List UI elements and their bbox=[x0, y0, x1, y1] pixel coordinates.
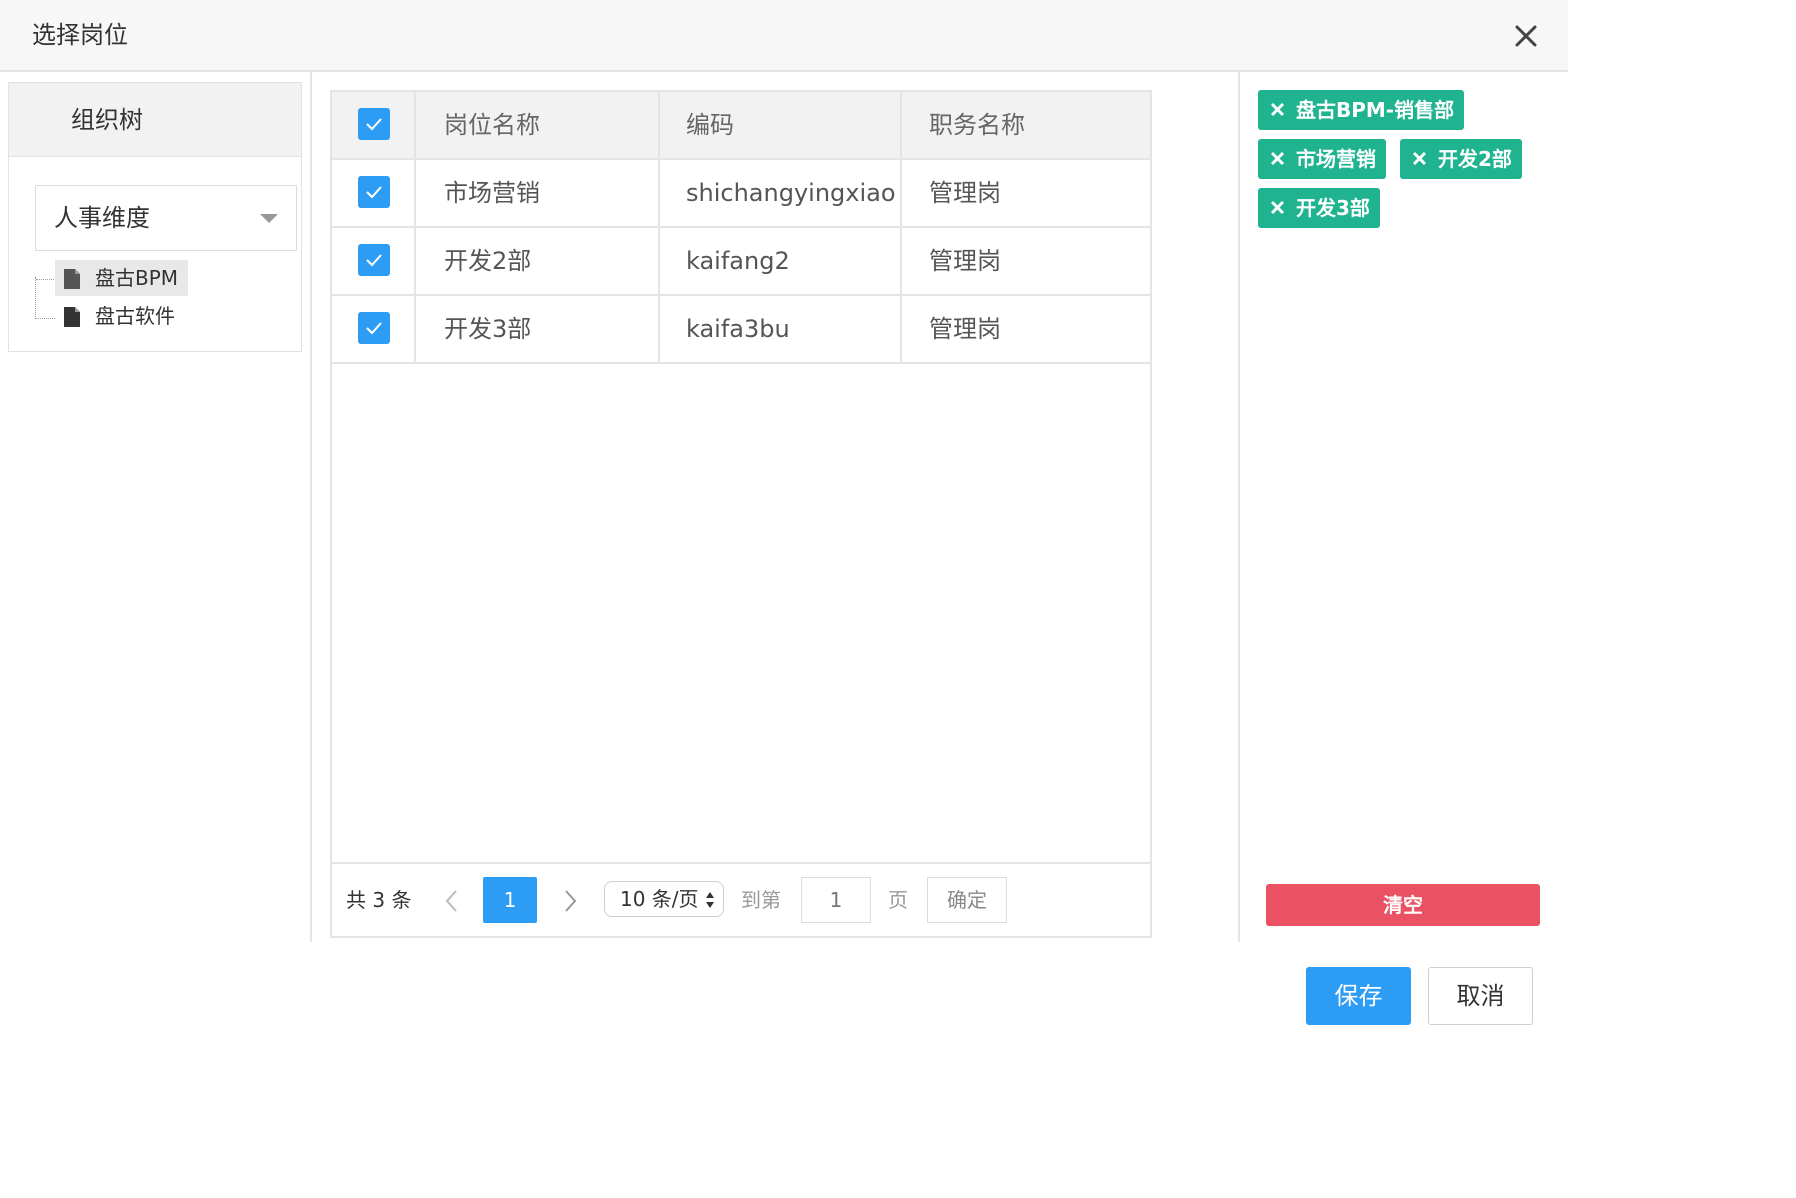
dialog-header: 选择岗位 bbox=[0, 0, 1568, 72]
checkmark-icon bbox=[366, 118, 382, 131]
cell-code: shichangyingxiao bbox=[660, 160, 902, 226]
document-icon bbox=[64, 269, 80, 289]
tree-connector-lines bbox=[35, 277, 55, 319]
page-size-select[interactable]: 10 条/页 bbox=[604, 881, 724, 917]
cell-duty: 管理岗 bbox=[929, 179, 1001, 207]
select-all-cell bbox=[332, 92, 416, 158]
goto-page-input[interactable]: 1 bbox=[801, 877, 871, 923]
spinner-arrows-icon bbox=[706, 892, 714, 908]
org-tree-box: 组织树 人事维度 盘古BPM 盘古软件 bbox=[8, 82, 302, 352]
selected-tag[interactable]: 开发2部 bbox=[1400, 139, 1522, 179]
save-button[interactable]: 保存 bbox=[1306, 967, 1411, 1025]
dimension-select[interactable]: 人事维度 bbox=[35, 185, 297, 251]
org-tree-header: 组织树 bbox=[9, 83, 301, 157]
caret-down-icon bbox=[260, 214, 278, 223]
cell-position-name: 开发3部 bbox=[416, 296, 660, 362]
row-select-cell bbox=[332, 296, 416, 362]
selected-tag[interactable]: 市场营销 bbox=[1258, 139, 1386, 179]
page-suffix: 页 bbox=[888, 888, 908, 912]
selected-tag-label: 开发3部 bbox=[1296, 196, 1370, 220]
select-all-checkbox[interactable] bbox=[358, 108, 390, 140]
goto-label: 到第 bbox=[741, 888, 781, 912]
table-row[interactable]: 开发3部 kaifa3bu 管理岗 bbox=[332, 296, 1150, 364]
cell-code: kaifa3bu bbox=[660, 296, 902, 362]
row-checkbox[interactable] bbox=[358, 312, 390, 344]
chevron-left-icon[interactable] bbox=[442, 888, 462, 914]
page-size-value: 10 条/页 bbox=[620, 887, 699, 911]
position-table: 岗位名称 编码 职务名称 市场营销 shichangyingxiao 管理岗 开… bbox=[332, 92, 1150, 364]
column-header-code[interactable]: 编码 bbox=[660, 92, 902, 158]
pagination-total: 共 3 条 bbox=[346, 888, 412, 912]
checkmark-icon bbox=[366, 254, 382, 267]
selected-tag-label: 市场营销 bbox=[1296, 147, 1376, 171]
close-icon[interactable] bbox=[1508, 18, 1544, 54]
remove-icon bbox=[1270, 200, 1285, 215]
remove-icon bbox=[1412, 151, 1427, 166]
clear-button[interactable]: 清空 bbox=[1266, 884, 1540, 926]
column-header-name[interactable]: 岗位名称 bbox=[416, 92, 660, 158]
chevron-right-icon[interactable] bbox=[560, 888, 580, 914]
position-table-panel: 岗位名称 编码 职务名称 市场营销 shichangyingxiao 管理岗 开… bbox=[330, 90, 1152, 938]
row-checkbox[interactable] bbox=[358, 244, 390, 276]
cell-position-name: 市场营销 bbox=[416, 160, 660, 226]
cell-code: kaifang2 bbox=[660, 228, 902, 294]
dimension-select-value: 人事维度 bbox=[54, 204, 150, 232]
cell-duty: 管理岗 bbox=[929, 315, 1001, 343]
pagination-page-1[interactable]: 1 bbox=[483, 877, 537, 923]
cancel-button[interactable]: 取消 bbox=[1428, 967, 1533, 1025]
pagination: 共 3 条 1 10 条/页 到第 1 页 确定 bbox=[332, 862, 1150, 936]
tree-node-pangu-bpm[interactable]: 盘古BPM bbox=[55, 260, 189, 296]
row-checkbox[interactable] bbox=[358, 176, 390, 208]
row-select-cell bbox=[332, 228, 416, 294]
selected-tag-label: 开发2部 bbox=[1438, 147, 1512, 171]
cell-duty: 管理岗 bbox=[929, 247, 1001, 275]
selected-tag[interactable]: 盘古BPM-销售部 bbox=[1258, 90, 1465, 130]
org-tree-panel: 组织树 人事维度 盘古BPM 盘古软件 bbox=[0, 72, 312, 942]
tree-node-label: 盘古BPM bbox=[95, 266, 179, 290]
row-select-cell bbox=[332, 160, 416, 226]
cell-position-name: 开发2部 bbox=[416, 228, 660, 294]
remove-icon bbox=[1270, 102, 1285, 117]
dialog-title: 选择岗位 bbox=[32, 21, 128, 49]
tree-node-label: 盘古软件 bbox=[95, 304, 175, 328]
checkmark-icon bbox=[366, 322, 382, 335]
select-position-dialog: 选择岗位 组织树 人事维度 盘古BPM 盘古软件 岗位名称 编码 职务名称 市场… bbox=[0, 0, 1568, 1047]
selected-tag[interactable]: 开发3部 bbox=[1258, 188, 1380, 228]
column-header-duty[interactable]: 职务名称 bbox=[902, 92, 1150, 158]
table-header-row: 岗位名称 编码 职务名称 bbox=[332, 92, 1150, 160]
table-row[interactable]: 市场营销 shichangyingxiao 管理岗 bbox=[332, 160, 1150, 228]
table-row[interactable]: 开发2部 kaifang2 管理岗 bbox=[332, 228, 1150, 296]
selected-tag-label: 盘古BPM-销售部 bbox=[1296, 98, 1455, 122]
tree-node-pangu-software[interactable]: 盘古软件 bbox=[55, 298, 185, 334]
checkmark-icon bbox=[366, 186, 382, 199]
selected-positions-panel: 盘古BPM-销售部 市场营销 开发2部 开发3部 清空 bbox=[1238, 72, 1568, 942]
document-icon bbox=[64, 307, 80, 327]
remove-icon bbox=[1270, 151, 1285, 166]
goto-confirm-button[interactable]: 确定 bbox=[927, 877, 1007, 923]
